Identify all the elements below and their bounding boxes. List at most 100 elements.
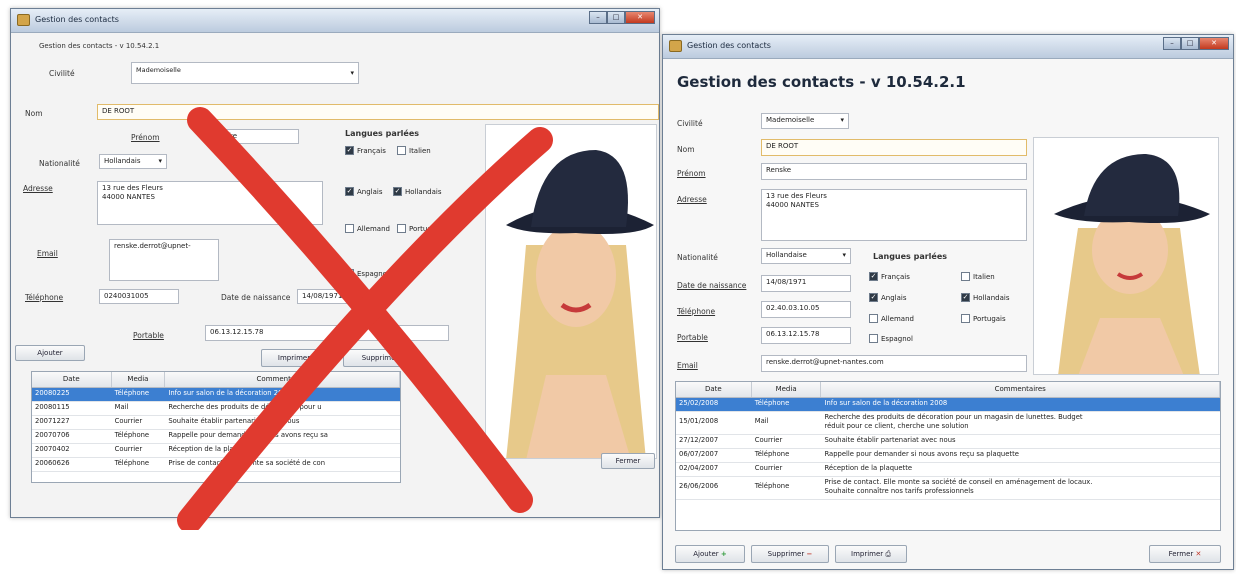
old-nom-label: Nom [25,109,43,118]
new-naissance-field[interactable]: 14/08/1971 [761,275,851,292]
old-lang-6[interactable]: Espagnol [345,269,389,278]
checkbox-icon [345,269,354,278]
table-row[interactable]: 20080225 Téléphone Info sur salon de la dé… [32,388,400,402]
cell-date: 20060626 [35,459,70,467]
new-col-comment[interactable]: Commentaires [821,382,1220,397]
table-row[interactable]: 25/02/2008 Téléphone Info sur salon de la … [676,398,1220,412]
old-nationalite-select[interactable]: Hollandais ▾ [99,154,167,169]
minimize-icon[interactable]: – [589,11,607,24]
new-ajouter-button[interactable]: Ajouter + [675,545,745,563]
table-row[interactable]: 15/01/2008 Mail Recherche des produits de … [676,412,1220,435]
old-ajouter-button[interactable]: Ajouter [15,345,85,361]
cell-comment: Info sur salon de la décoration 2008 [824,399,948,407]
checkbox-icon [345,224,354,233]
table-row[interactable]: 27/12/2007 Courrier Souhaite établir parte… [676,435,1220,449]
old-adresse-field[interactable]: 13 rue des Fleurs 44000 NANTES [97,181,323,225]
new-civilite-select[interactable]: Mademoiselle ▾ [761,113,849,129]
new-lang-0[interactable]: ✓ Français [869,272,910,281]
old-history-grid[interactable]: Date Media Commentaires 20080225 Téléphon… [31,371,401,483]
new-email-field[interactable]: renske.derrot@upnet-nantes.com [761,355,1027,372]
dropdown-arrow-icon: ▾ [842,251,846,259]
old-email-field[interactable]: renske.derrot@upnet- [109,239,219,281]
table-row[interactable]: 06/07/2007 Téléphone Rappelle pour demande… [676,449,1220,463]
old-lang-2[interactable]: ✓ Anglais [345,187,383,196]
old-lang-0[interactable]: ✓ Français [345,146,386,155]
minimize-icon[interactable]: – [1163,37,1181,50]
table-row[interactable]: 20070706 Téléphone Rappelle pour demander … [32,430,400,444]
old-supprimer-button[interactable]: Supprimer [343,349,417,367]
new-adresse-field[interactable]: 13 rue des Fleurs 44000 NANTES [761,189,1027,241]
table-row[interactable]: 26/06/2006 Téléphone Prise de contact. Ell… [676,477,1220,500]
old-nom-field[interactable]: DE ROOT [97,104,659,120]
checkbox-icon [397,146,406,155]
old-fermer-button[interactable]: Fermer [601,453,655,469]
cell-date: 20070402 [35,445,70,453]
new-lang-1[interactable]: Italien [961,272,995,281]
cell-media: Téléphone [754,450,790,458]
old-portable-field[interactable]: 06.13.12.15.78 [205,325,449,341]
cell-date: 26/06/2006 [679,482,719,490]
cell-comment: Rappelle pour demander si nous avons reç… [168,431,328,439]
maximize-icon[interactable]: □ [607,11,625,24]
old-civilite-value: Mademoiselle [136,66,181,74]
new-col-media[interactable]: Media [752,382,822,397]
old-prenom-field[interactable]: Renske [207,129,299,144]
close-icon[interactable]: ✕ [625,11,655,24]
new-fermer-button[interactable]: Fermer ✕ [1149,545,1221,563]
new-lang-6[interactable]: Espagnol [869,334,913,343]
cell-media: Mail [114,403,129,411]
old-prenom-label: Prénom [131,133,160,142]
table-row[interactable]: 20080115 Mail Recherche des produits de dé… [32,402,400,416]
dropdown-arrow-icon: ▾ [158,157,162,165]
table-row[interactable]: 20060626 Téléphone Prise de contact. Elle … [32,458,400,472]
new-nom-field[interactable]: DE ROOT [761,139,1027,156]
new-imprimer-button[interactable]: Imprimer ⎙ [835,545,907,563]
cell-date: 06/07/2007 [679,450,719,458]
old-header: Gestion des contacts - v 10.54.2.1 [39,42,160,50]
new-lang-5[interactable]: Portugais [961,314,1006,323]
cell-media: Courrier [754,464,783,472]
new-window: Gestion des contacts – □ ✕ Gestion des c… [662,34,1234,570]
new-supprimer-button[interactable]: Supprimer − [751,545,829,563]
old-lang-1[interactable]: Italien [397,146,431,155]
new-nom-label: Nom [677,145,695,154]
maximize-icon[interactable]: □ [1181,37,1199,50]
close-icon[interactable]: ✕ [1199,37,1229,50]
checkbox-icon: ✓ [393,187,402,196]
table-row[interactable]: 20070402 Courrier Réception de la plaquett… [32,444,400,458]
cell-media: Courrier [754,436,783,444]
old-col-media[interactable]: Media [112,372,166,387]
new-lang-4[interactable]: Allemand [869,314,914,323]
woman-photo-icon [486,125,656,458]
old-naissance-field[interactable]: 14/08/1971 [297,289,355,304]
new-portable-field[interactable]: 06.13.12.15.78 [761,327,851,344]
old-imprimer-button[interactable]: Imprimer [261,349,327,367]
old-window: Gestion des contacts – □ ✕ Gestion des c… [10,8,660,518]
new-prenom-label: Prénom [677,169,706,178]
old-telephone-field[interactable]: 0240031005 [99,289,179,304]
old-col-date[interactable]: Date [32,372,112,387]
old-civilite-label: Civilité [49,69,75,78]
cell-comment: Recherche des produits de décoration pou… [824,413,1083,430]
old-col-comment[interactable]: Commentaires [165,372,400,387]
old-lang-3[interactable]: ✓ Hollandais [393,187,442,196]
new-telephone-field[interactable]: 02.40.03.10.05 [761,301,851,318]
old-lang-4[interactable]: Allemand [345,224,390,233]
old-lang-5[interactable]: Portugais [397,224,442,233]
old-email-label: Email [37,249,58,258]
new-lang-2[interactable]: ✓ Anglais [869,293,907,302]
table-row[interactable]: 02/04/2007 Courrier Réception de la plaque… [676,463,1220,477]
old-civilite-select[interactable]: Mademoiselle ▾ [131,62,359,84]
new-nationalite-select[interactable]: Hollandaise ▾ [761,248,851,264]
cell-date: 25/02/2008 [679,399,719,407]
table-row[interactable]: 20071227 Courrier Souhaite établir partena… [32,416,400,430]
woman-photo-icon [1034,138,1218,374]
cell-media: Téléphone [754,399,790,407]
new-col-date[interactable]: Date [676,382,752,397]
new-lang-3[interactable]: ✓ Hollandais [961,293,1010,302]
old-telephone-label: Téléphone [25,293,64,302]
cell-date: 02/04/2007 [679,464,719,472]
new-prenom-field[interactable]: Renske [761,163,1027,180]
old-window-title: Gestion des contacts [35,15,119,24]
new-history-grid[interactable]: Date Media Commentaires 25/02/2008 Téléph… [675,381,1221,531]
